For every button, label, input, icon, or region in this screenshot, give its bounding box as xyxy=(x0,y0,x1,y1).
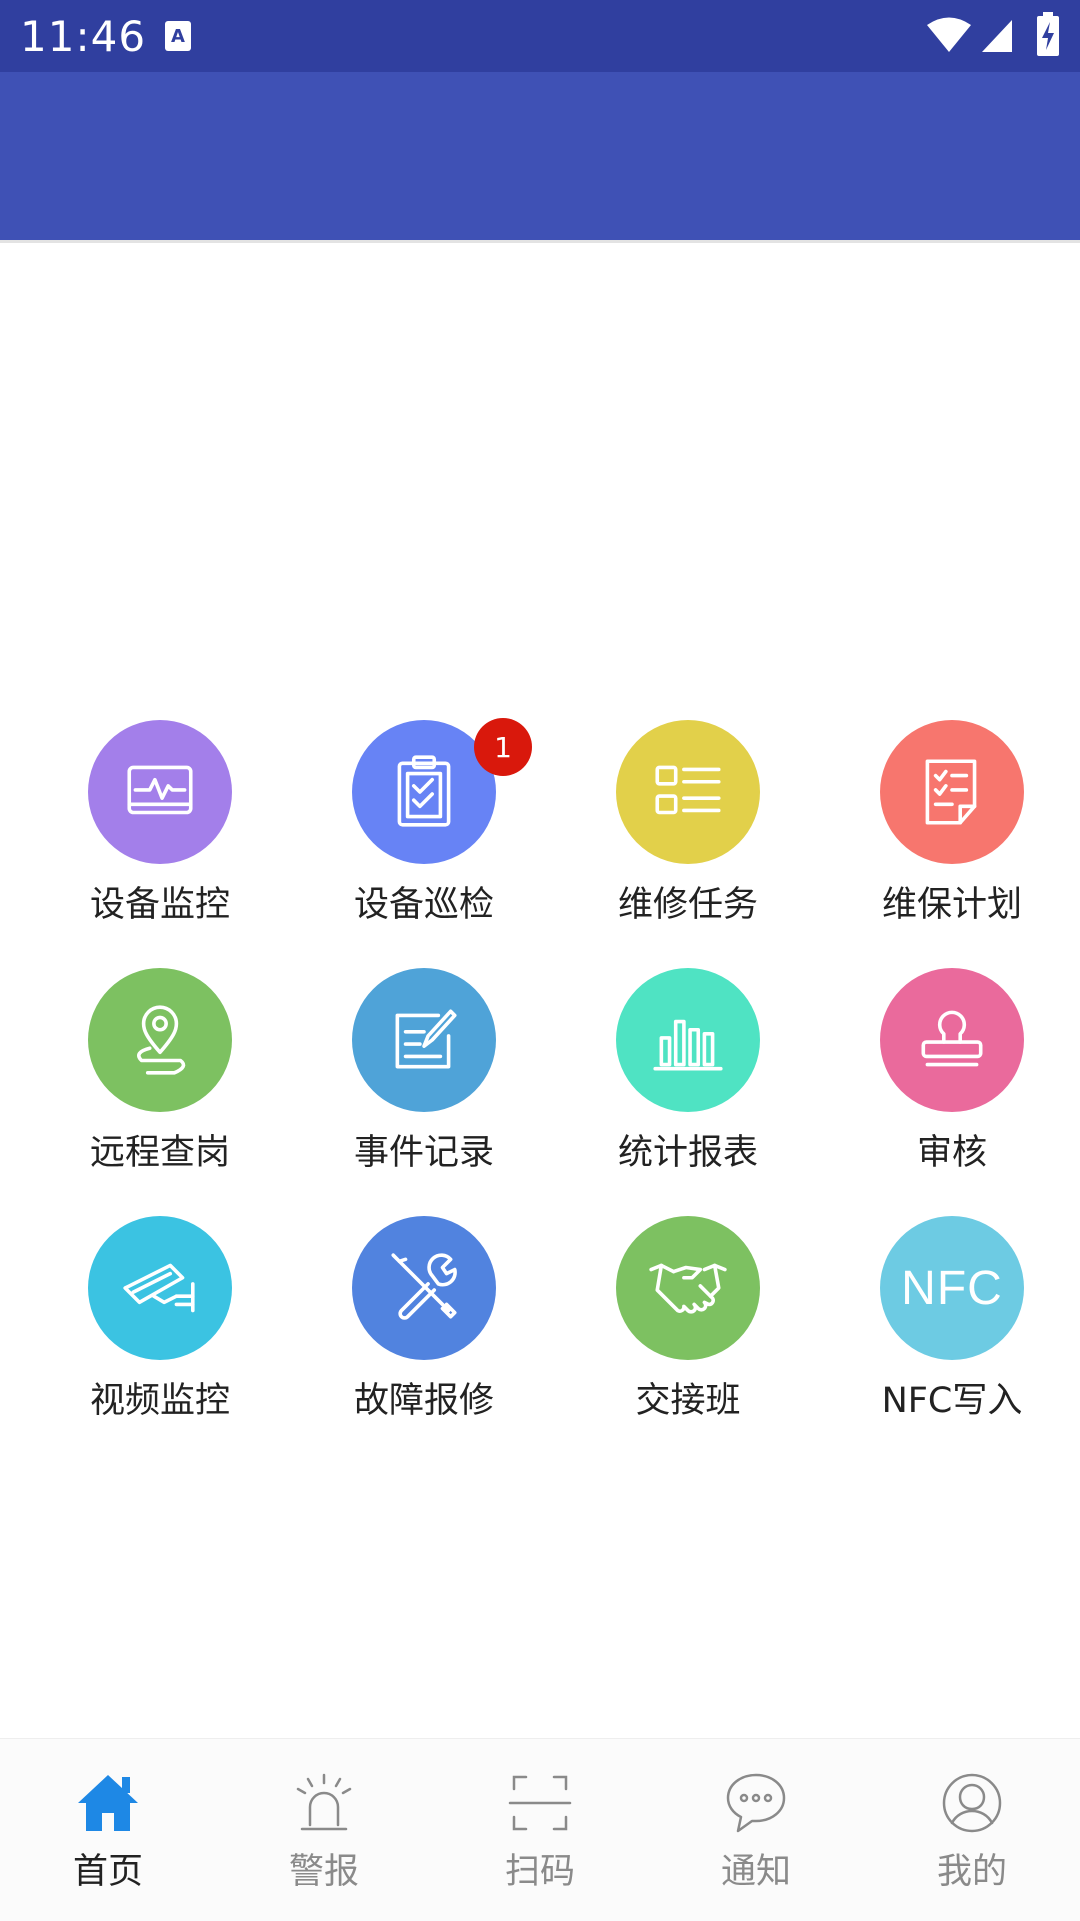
bar-chart-icon xyxy=(653,1019,723,1071)
grid-icon-circle xyxy=(88,720,232,864)
status-bar: 11:46 A xyxy=(0,0,1080,72)
grid-item-label: 交接班 xyxy=(635,1381,741,1421)
battery-charging-icon xyxy=(1037,12,1059,56)
notification-badge: 1 xyxy=(474,718,532,776)
grid-item-nfc-write[interactable]: NFC NFC写入 xyxy=(808,1216,1072,1446)
grid-icon-circle xyxy=(880,720,1024,864)
edit-record-icon xyxy=(395,1009,457,1069)
scan-icon xyxy=(508,1775,572,1831)
grid-icon-circle xyxy=(88,1216,232,1360)
toolbar-shadow xyxy=(0,240,1080,243)
grid-item-maintenance-plan[interactable]: 维保计划 xyxy=(808,720,1072,950)
accessibility-notification-icon: A xyxy=(165,21,191,51)
home-icon xyxy=(78,1775,138,1831)
nfc-icon: NFC xyxy=(901,1261,1003,1315)
grid-icon-circle xyxy=(616,720,760,864)
grid-item-label: 设备监控 xyxy=(89,885,230,925)
svg-text:A: A xyxy=(171,26,185,47)
grid-item-label: 视频监控 xyxy=(89,1381,230,1421)
monitor-pulse-icon xyxy=(127,765,193,815)
grid-item-event-record[interactable]: 事件记录 xyxy=(280,968,544,1198)
signal-icon xyxy=(982,20,1012,52)
grid-icon-circle xyxy=(352,1216,496,1360)
user-icon xyxy=(942,1773,1002,1833)
grid-item-label: 维修任务 xyxy=(617,885,758,925)
app-toolbar xyxy=(0,72,1080,240)
repair-tools-icon xyxy=(391,1253,457,1320)
status-time: 11:46 xyxy=(20,12,147,61)
chat-bubble-icon xyxy=(726,1773,786,1833)
grid-icon-circle xyxy=(88,968,232,1112)
grid-icon-circle: NFC xyxy=(880,1216,1024,1360)
grid-item-label: NFC写入 xyxy=(881,1381,1023,1421)
grid-icon-circle xyxy=(352,968,496,1112)
grid-item-label: 故障报修 xyxy=(353,1381,494,1421)
grid-icon-circle xyxy=(616,968,760,1112)
grid-item-label: 事件记录 xyxy=(353,1133,494,1173)
nav-item-notification[interactable]: 通知 xyxy=(648,1739,864,1921)
grid-item-repair-tasks[interactable]: 维修任务 xyxy=(544,720,808,950)
stamp-icon xyxy=(921,1010,983,1067)
grid-icon-circle xyxy=(880,968,1024,1112)
nav-item-mine[interactable]: 我的 xyxy=(864,1739,1080,1921)
location-pin-icon xyxy=(137,1005,186,1075)
nav-item-alarm[interactable]: 警报 xyxy=(216,1739,432,1921)
grid-item-label: 维保计划 xyxy=(881,885,1022,925)
nav-item-scan[interactable]: 扫码 xyxy=(432,1739,648,1921)
nav-label: 通知 xyxy=(720,1852,791,1892)
grid-item-label: 审核 xyxy=(916,1133,987,1173)
grid-icon-circle xyxy=(616,1216,760,1360)
grid-item-statistics[interactable]: 统计报表 xyxy=(544,968,808,1198)
nav-label: 我的 xyxy=(936,1852,1007,1892)
grid-item-shift-handover[interactable]: 交接班 xyxy=(544,1216,808,1446)
grid-item-review[interactable]: 审核 xyxy=(808,968,1072,1198)
nav-label: 首页 xyxy=(72,1852,143,1892)
cctv-camera-icon xyxy=(123,1263,195,1313)
grid-item-video-monitor[interactable]: 视频监控 xyxy=(16,1216,280,1446)
nav-label: 警报 xyxy=(288,1852,359,1892)
wifi-icon xyxy=(927,17,971,52)
clipboard-check-icon xyxy=(397,755,451,827)
grid-item-device-monitor[interactable]: 设备监控 xyxy=(16,720,280,950)
plan-document-icon xyxy=(925,759,977,825)
nav-item-home[interactable]: 首页 xyxy=(0,1739,216,1921)
bottom-navigation: 首页 警报 扫码 通知 我的 xyxy=(0,1738,1080,1921)
grid-item-remote-check[interactable]: 远程查岗 xyxy=(16,968,280,1198)
grid-item-label: 设备巡检 xyxy=(353,885,494,925)
handshake-icon xyxy=(649,1263,727,1314)
grid-item-label: 统计报表 xyxy=(617,1133,758,1173)
grid-item-label: 远程查岗 xyxy=(89,1133,230,1173)
alarm-light-icon xyxy=(296,1773,352,1831)
task-list-icon xyxy=(655,765,721,815)
nav-label: 扫码 xyxy=(504,1852,575,1892)
grid-item-device-inspection[interactable]: 1 设备巡检 xyxy=(280,718,544,950)
grid-item-fault-report[interactable]: 故障报修 xyxy=(280,1216,544,1446)
